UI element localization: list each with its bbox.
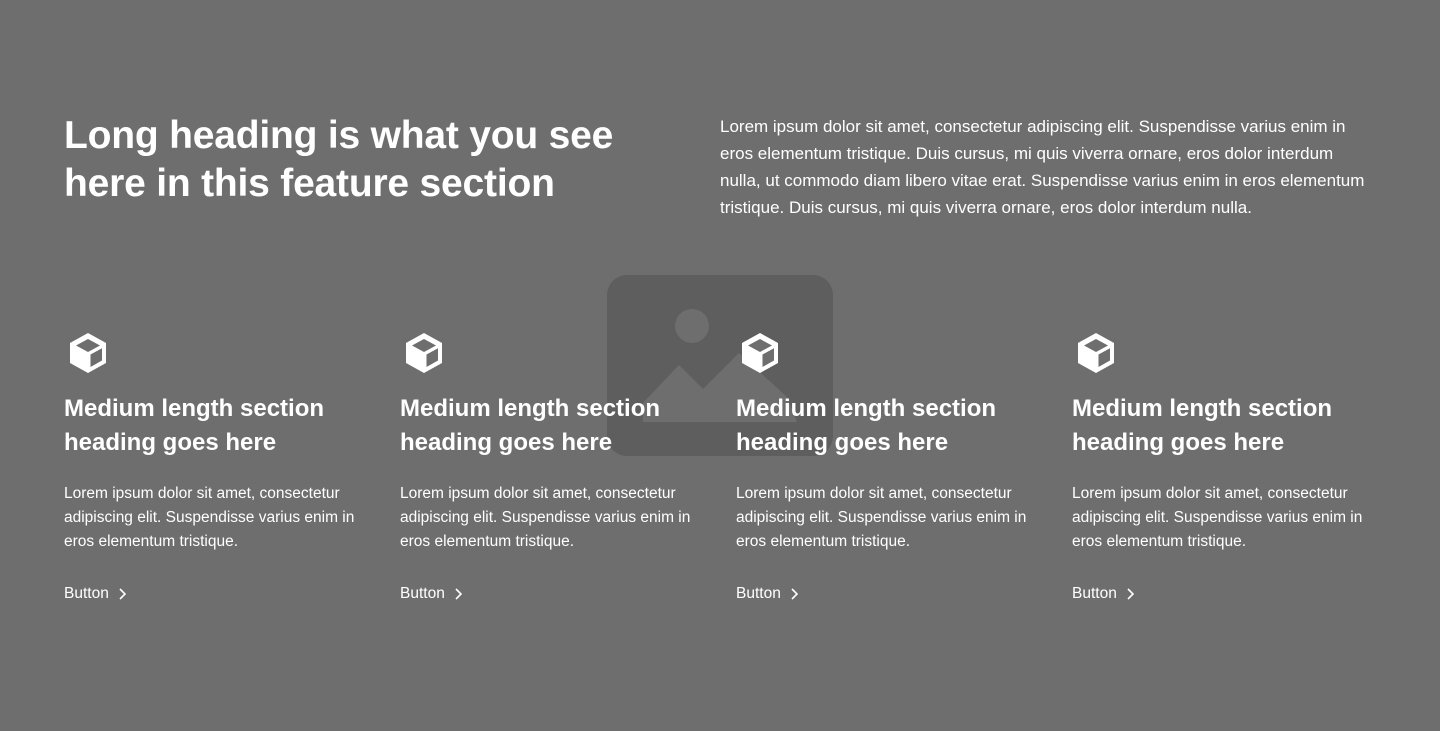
feature-button-label: Button	[736, 585, 781, 602]
feature-title: Medium length section heading goes here	[64, 395, 325, 456]
chevron-right-icon	[791, 588, 798, 600]
feature-list: Medium length section heading goes here …	[64, 330, 1376, 604]
cube-icon	[64, 330, 112, 378]
feature-card: Medium length section heading goes here …	[64, 330, 400, 604]
feature-text: Lorem ipsum dolor sit amet, consectetur …	[736, 485, 1027, 550]
section-header: Long heading is what you see here in thi…	[64, 112, 1376, 221]
section-heading: Long heading is what you see here in thi…	[64, 114, 614, 205]
feature-section: Long heading is what you see here in thi…	[0, 0, 1440, 731]
feature-text: Lorem ipsum dolor sit amet, consectetur …	[400, 485, 691, 550]
feature-title: Medium length section heading goes here	[1072, 395, 1333, 456]
cube-icon	[1072, 330, 1120, 378]
feature-button-label: Button	[400, 585, 445, 602]
chevron-right-icon	[119, 588, 126, 600]
feature-text: Lorem ipsum dolor sit amet, consectetur …	[1072, 485, 1363, 550]
feature-button-label: Button	[1072, 585, 1117, 602]
feature-button[interactable]: Button	[1072, 584, 1135, 604]
feature-text: Lorem ipsum dolor sit amet, consectetur …	[64, 485, 355, 550]
chevron-right-icon	[455, 588, 462, 600]
section-intro: Lorem ipsum dolor sit amet, consectetur …	[720, 117, 1365, 217]
cube-icon	[400, 330, 448, 378]
feature-card: Medium length section heading goes here …	[400, 330, 736, 604]
feature-title: Medium length section heading goes here	[736, 395, 997, 456]
feature-button[interactable]: Button	[64, 584, 127, 604]
feature-button-label: Button	[64, 585, 109, 602]
feature-button[interactable]: Button	[400, 584, 463, 604]
feature-card: Medium length section heading goes here …	[1072, 330, 1408, 604]
chevron-right-icon	[1127, 588, 1134, 600]
feature-title: Medium length section heading goes here	[400, 395, 661, 456]
feature-button[interactable]: Button	[736, 584, 799, 604]
cube-icon	[736, 330, 784, 378]
feature-card: Medium length section heading goes here …	[736, 330, 1072, 604]
